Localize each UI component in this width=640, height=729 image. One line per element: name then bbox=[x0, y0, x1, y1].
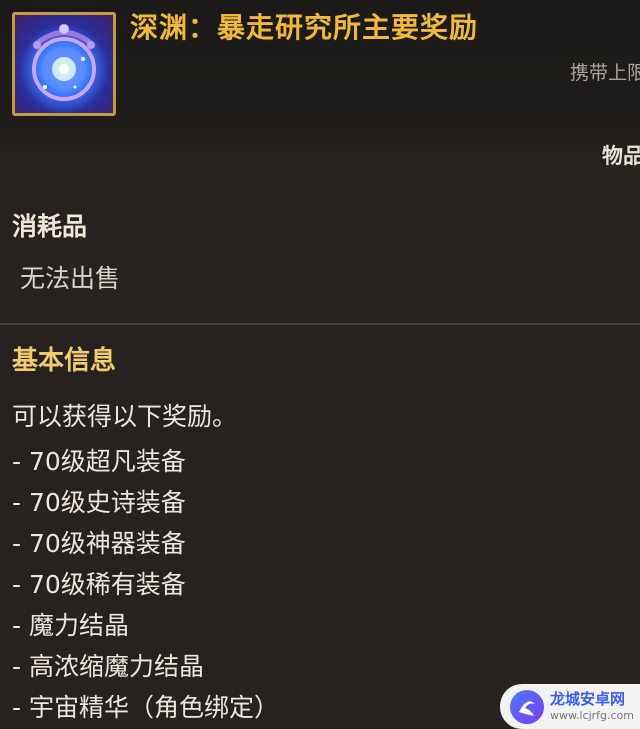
item-type-label: 物品 bbox=[602, 144, 640, 168]
tooltip-header: 深渊：暴走研究所主要奖励 携带上限 物品 bbox=[0, 0, 640, 176]
watermark-badge: 龙城安卓网 www.lcjrfg.com bbox=[500, 684, 640, 729]
reward-item: - 高浓缩魔力结晶 bbox=[12, 652, 204, 681]
reward-item: - 魔力结晶 bbox=[12, 611, 129, 640]
dragon-city-logo-icon bbox=[510, 690, 544, 724]
abyss-portal-icon bbox=[12, 12, 116, 116]
section-divider bbox=[0, 323, 640, 325]
sell-status: 无法出售 bbox=[20, 264, 121, 293]
carry-limit-label: 携带上限 bbox=[569, 62, 640, 84]
watermark-url: www.lcjrfg.com bbox=[550, 709, 635, 722]
reward-intro: 可以获得以下奖励。 bbox=[12, 402, 238, 431]
watermark-title: 龙城安卓网 bbox=[550, 690, 626, 708]
reward-item: - 70级稀有装备 bbox=[12, 570, 186, 599]
consumable-title: 消耗品 bbox=[12, 212, 88, 241]
consumable-section: 消耗品 无法出售 bbox=[12, 210, 120, 296]
reward-list: - 70级超凡装备 - 70级史诗装备 - 70级神器装备 - 70级稀有装备 … bbox=[12, 441, 279, 728]
reward-item: - 70级史诗装备 bbox=[12, 488, 186, 517]
item-title: 深渊：暴走研究所主要奖励 bbox=[130, 11, 479, 44]
reward-item: - 宇宙精华（角色绑定） bbox=[12, 693, 279, 722]
reward-item: - 70级神器装备 bbox=[12, 529, 186, 558]
basic-info-title: 基本信息 bbox=[12, 346, 117, 376]
item-tooltip: 深渊：暴走研究所主要奖励 携带上限 物品 消耗品 无法出售 基本信息 可以获得以… bbox=[0, 0, 640, 729]
reward-item: - 70级超凡装备 bbox=[12, 447, 186, 476]
